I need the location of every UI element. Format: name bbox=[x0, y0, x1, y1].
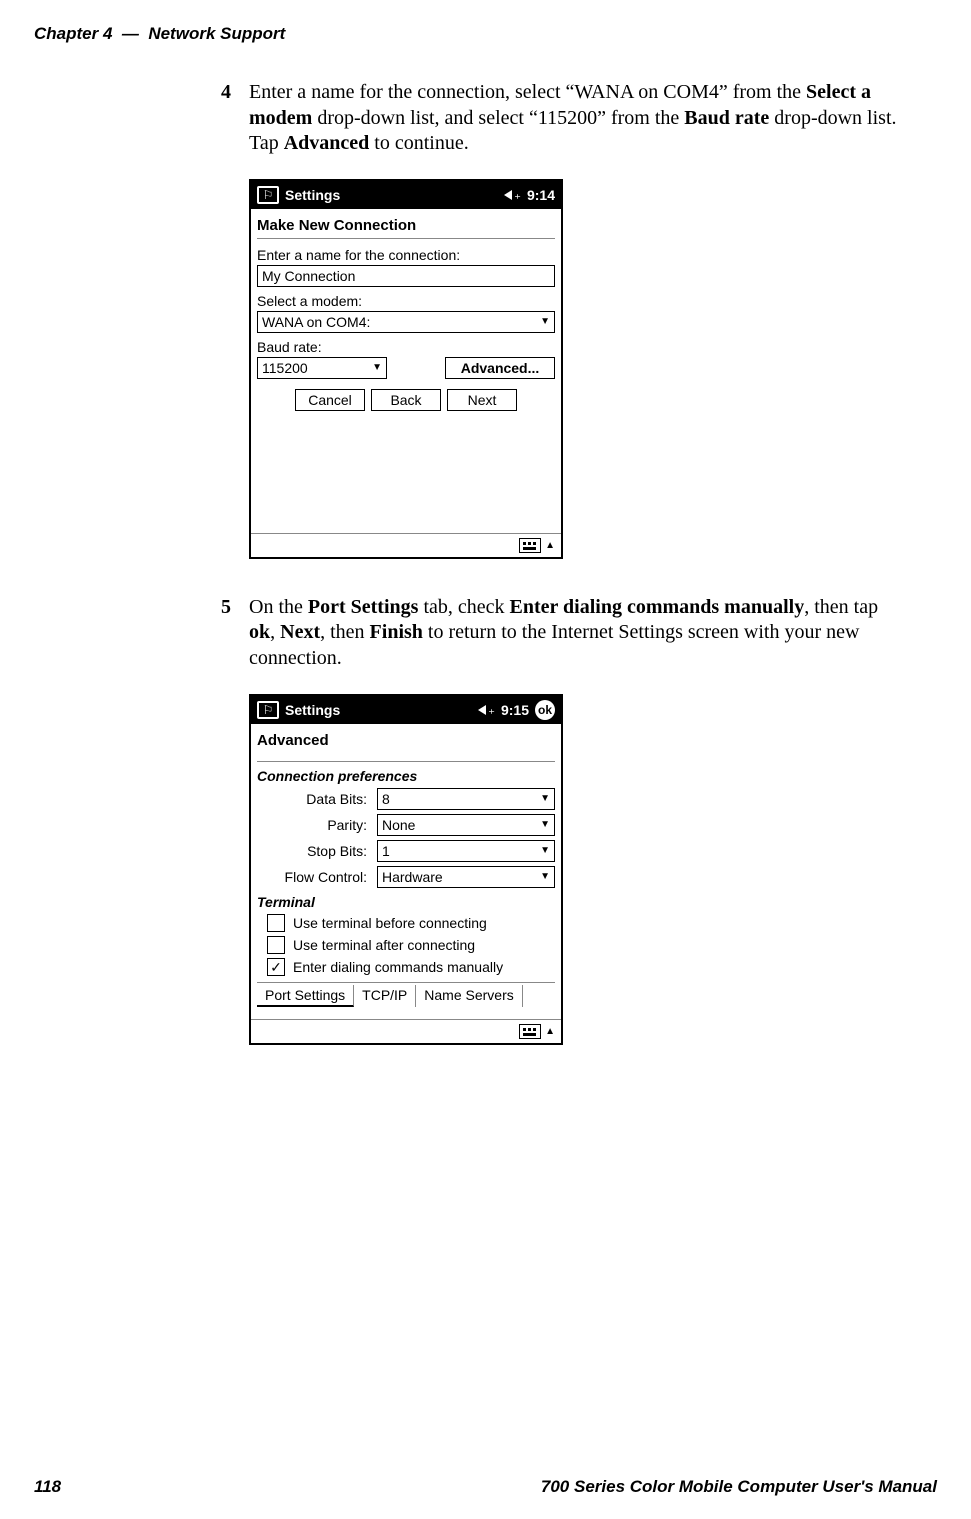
tab-strip: Port Settings TCP/IP Name Servers bbox=[257, 982, 555, 1007]
header-section: Network Support bbox=[148, 24, 285, 43]
step-5-text-5: , then bbox=[320, 621, 369, 643]
step-5-bold-4: Next bbox=[280, 621, 320, 643]
header-chapter: Chapter 4 bbox=[34, 24, 112, 43]
step-4-text-2: drop-down list, and select “115200” from… bbox=[312, 107, 684, 129]
data-bits-label: Data Bits: bbox=[257, 791, 367, 807]
header-dash: — bbox=[122, 24, 139, 43]
checkbox-checked-icon: ✓ bbox=[267, 958, 285, 976]
screen-heading: Advanced bbox=[257, 732, 555, 753]
terminal-before-checkbox[interactable]: Use terminal before connecting bbox=[267, 914, 555, 932]
parity-label: Parity: bbox=[257, 817, 367, 833]
dialing-manual-label: Enter dialing commands manually bbox=[293, 959, 503, 975]
data-bits-select[interactable]: 8 ▼ bbox=[377, 788, 555, 810]
titlebar-time: 9:14 bbox=[527, 187, 555, 203]
chevron-down-icon: ▼ bbox=[540, 845, 550, 856]
baud-label: Baud rate: bbox=[257, 339, 387, 355]
tab-tcpip[interactable]: TCP/IP bbox=[354, 985, 416, 1007]
checkbox-empty-icon bbox=[267, 914, 285, 932]
keyboard-icon[interactable] bbox=[519, 538, 541, 553]
baud-select[interactable]: 115200 ▼ bbox=[257, 357, 387, 379]
baud-value: 115200 bbox=[262, 360, 308, 376]
connection-name-input[interactable]: My Connection bbox=[257, 265, 555, 287]
modem-label: Select a modem: bbox=[257, 293, 555, 309]
chevron-down-icon: ▼ bbox=[372, 362, 382, 373]
tab-name-servers[interactable]: Name Servers bbox=[416, 985, 522, 1007]
volume-icon[interactable]: ₊ bbox=[478, 702, 495, 718]
screenshot-advanced: ⚐ Settings ₊ 9:15 ok Advanced Connection… bbox=[249, 694, 563, 1045]
step-5-bold-3: ok bbox=[249, 621, 270, 643]
footer-page-number: 118 bbox=[34, 1477, 61, 1497]
step-4-bold-2: Baud rate bbox=[684, 107, 769, 129]
checkbox-empty-icon bbox=[267, 936, 285, 954]
back-button[interactable]: Back bbox=[371, 389, 441, 411]
volume-icon[interactable]: ₊ bbox=[504, 187, 521, 203]
page-content: 4 Enter a name for the connection, selec… bbox=[249, 80, 907, 1081]
flow-control-select[interactable]: Hardware ▼ bbox=[377, 866, 555, 888]
step-5-text-1: On the bbox=[249, 596, 308, 618]
advanced-button[interactable]: Advanced... bbox=[445, 357, 555, 379]
chevron-down-icon: ▼ bbox=[540, 819, 550, 830]
step-5: 5 On the Port Settings tab, check Enter … bbox=[249, 595, 907, 672]
ok-button[interactable]: ok bbox=[535, 700, 555, 720]
device-titlebar: ⚐ Settings ₊ 9:15 ok bbox=[251, 696, 561, 724]
tab-port-settings[interactable]: Port Settings bbox=[257, 985, 354, 1007]
step-4-number: 4 bbox=[221, 80, 231, 106]
keyboard-icon[interactable] bbox=[519, 1024, 541, 1039]
stop-bits-label: Stop Bits: bbox=[257, 843, 367, 859]
cancel-button[interactable]: Cancel bbox=[295, 389, 365, 411]
step-4-text-4: to continue. bbox=[369, 132, 468, 154]
start-menu-icon[interactable]: ⚐ bbox=[257, 701, 279, 719]
chevron-up-icon[interactable]: ▲ bbox=[545, 1026, 555, 1037]
device-body: Advanced Connection preferences Data Bit… bbox=[251, 724, 561, 1011]
step-5-bold-1: Port Settings bbox=[308, 596, 419, 618]
footer-manual-title: 700 Series Color Mobile Computer User's … bbox=[541, 1477, 937, 1497]
chevron-up-icon[interactable]: ▲ bbox=[545, 540, 555, 551]
parity-select[interactable]: None ▼ bbox=[377, 814, 555, 836]
step-5-text-2: tab, check bbox=[418, 596, 509, 618]
device-titlebar: ⚐ Settings ₊ 9:14 bbox=[251, 181, 561, 209]
parity-value: None bbox=[382, 817, 415, 833]
device-sip-bar: ▲ bbox=[251, 533, 561, 557]
terminal-after-label: Use terminal after connecting bbox=[293, 937, 475, 953]
step-5-text-4: , bbox=[270, 621, 280, 643]
page-footer: 118 700 Series Color Mobile Computer Use… bbox=[34, 1477, 937, 1497]
screenshot-make-new-connection: ⚐ Settings ₊ 9:14 Make New Connection En… bbox=[249, 179, 563, 559]
step-5-bold-5: Finish bbox=[370, 621, 423, 643]
next-button[interactable]: Next bbox=[447, 389, 517, 411]
device-body: Make New Connection Enter a name for the… bbox=[251, 209, 561, 525]
chevron-down-icon: ▼ bbox=[540, 793, 550, 804]
start-menu-icon[interactable]: ⚐ bbox=[257, 186, 279, 204]
modem-value: WANA on COM4: bbox=[262, 314, 370, 330]
stop-bits-select[interactable]: 1 ▼ bbox=[377, 840, 555, 862]
step-5-text-3: , then tap bbox=[804, 596, 878, 618]
stop-bits-value: 1 bbox=[382, 843, 390, 859]
chevron-down-icon: ▼ bbox=[540, 871, 550, 882]
page-header: Chapter 4 — Network Support bbox=[34, 24, 937, 44]
section-connection-prefs: Connection preferences bbox=[257, 768, 555, 784]
chevron-down-icon: ▼ bbox=[540, 316, 550, 327]
dialing-manual-checkbox[interactable]: ✓ Enter dialing commands manually bbox=[267, 958, 555, 976]
terminal-before-label: Use terminal before connecting bbox=[293, 915, 487, 931]
device-sip-bar: ▲ bbox=[251, 1019, 561, 1043]
section-terminal: Terminal bbox=[257, 894, 555, 910]
flow-control-value: Hardware bbox=[382, 869, 443, 885]
step-4: 4 Enter a name for the connection, selec… bbox=[249, 80, 907, 157]
modem-select[interactable]: WANA on COM4: ▼ bbox=[257, 311, 555, 333]
titlebar-title: Settings bbox=[285, 702, 340, 718]
flow-control-label: Flow Control: bbox=[257, 869, 367, 885]
step-5-number: 5 bbox=[221, 595, 231, 621]
step-4-text-1: Enter a name for the connection, select … bbox=[249, 81, 806, 103]
step-4-bold-3: Advanced bbox=[284, 132, 370, 154]
screen-heading: Make New Connection bbox=[257, 217, 555, 239]
data-bits-value: 8 bbox=[382, 791, 390, 807]
terminal-after-checkbox[interactable]: Use terminal after connecting bbox=[267, 936, 555, 954]
connection-name-label: Enter a name for the connection: bbox=[257, 247, 555, 263]
titlebar-time: 9:15 bbox=[501, 702, 529, 718]
titlebar-title: Settings bbox=[285, 187, 340, 203]
step-5-bold-2: Enter dialing commands manually bbox=[510, 596, 805, 618]
connection-name-value: My Connection bbox=[262, 268, 355, 284]
